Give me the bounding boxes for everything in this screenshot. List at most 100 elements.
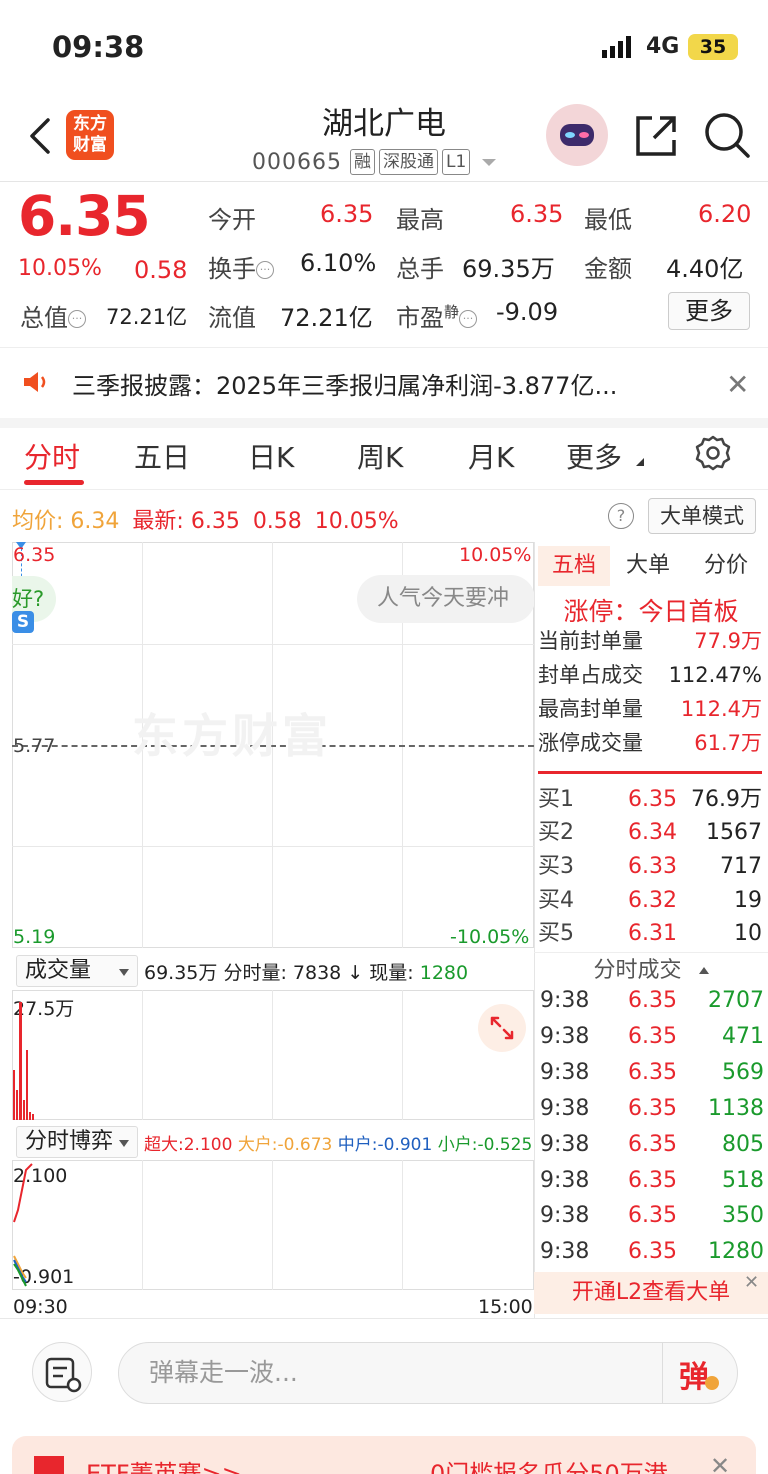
promo-right[interactable]: 0门槛报名瓜分50万港 bbox=[430, 1454, 668, 1474]
event-badge-icon[interactable]: S bbox=[12, 611, 34, 633]
assistant-robot-icon[interactable] bbox=[546, 104, 608, 166]
volume-chart[interactable] bbox=[12, 990, 534, 1120]
tick-price: 6.35 bbox=[628, 1132, 677, 1157]
gear-icon[interactable] bbox=[694, 434, 732, 472]
tick-time: 9:38 bbox=[540, 1096, 590, 1121]
speaker-icon bbox=[24, 372, 46, 392]
tick-price: 6.35 bbox=[628, 1168, 677, 1193]
search-icon[interactable] bbox=[702, 110, 752, 160]
tab-daily-k[interactable]: 日K bbox=[248, 436, 294, 476]
latest-value: 6.35 bbox=[190, 509, 240, 534]
open-l2-banner[interactable]: 开通L2查看大单 bbox=[534, 1272, 768, 1314]
small-value: -0.525 bbox=[477, 1135, 533, 1155]
info-icon[interactable]: ··· bbox=[459, 310, 478, 328]
volume-dropdown[interactable]: 成交量 bbox=[16, 955, 138, 987]
down-arrow-icon: ↓ bbox=[347, 962, 364, 984]
book-price: 6.31 bbox=[628, 921, 677, 946]
order-book-row: 买2 6.34 1567 bbox=[538, 817, 762, 849]
big-label: 大户: bbox=[237, 1135, 278, 1155]
low-value: 6.20 bbox=[698, 200, 752, 228]
divider bbox=[538, 771, 762, 774]
tab-monthly-k[interactable]: 月K bbox=[468, 436, 514, 476]
grid-line bbox=[142, 990, 143, 1120]
help-icon[interactable]: ? bbox=[608, 503, 634, 529]
info-icon[interactable]: ··· bbox=[68, 310, 86, 328]
tick-time: 9:38 bbox=[540, 1024, 590, 1049]
grid-line bbox=[272, 990, 273, 1120]
open-value: 6.35 bbox=[320, 200, 374, 228]
divider bbox=[0, 347, 768, 348]
book-label: 买1 bbox=[538, 787, 574, 812]
turnover-value: 6.10% bbox=[300, 249, 377, 277]
flow-chart[interactable] bbox=[12, 1160, 534, 1290]
grid-line bbox=[272, 1160, 273, 1290]
turnover-label-text: 换手 bbox=[208, 255, 256, 283]
book-volume: 76.9万 bbox=[691, 787, 762, 812]
limit-row: 封单占成交 112.47% bbox=[538, 660, 762, 690]
flow-dropdown[interactable]: 分时博弈 bbox=[16, 1126, 138, 1158]
volume-dropdown-label: 成交量 bbox=[25, 958, 92, 983]
book-price: 6.33 bbox=[628, 854, 677, 879]
mcap-label-text: 总值 bbox=[20, 304, 68, 332]
status-bar: 09:38 4G 35 bbox=[0, 0, 768, 92]
limit-row-value: 61.7万 bbox=[694, 731, 762, 755]
tab-weekly-k[interactable]: 周K bbox=[357, 436, 403, 476]
tick-row: 9:38 6.35 350 bbox=[540, 1199, 764, 1233]
avg-label: 均价: bbox=[12, 509, 64, 534]
grid-line bbox=[12, 644, 534, 645]
limit-row-label: 封单占成交 bbox=[538, 663, 643, 687]
network-type: 4G bbox=[646, 34, 680, 59]
tick-price: 6.35 bbox=[628, 1024, 677, 1049]
stock-subline[interactable]: 000665 融 深股通 L1 bbox=[252, 147, 497, 177]
order-book-row: 买4 6.32 19 bbox=[538, 885, 762, 917]
small-label: 小户: bbox=[437, 1135, 478, 1155]
book-volume: 10 bbox=[734, 921, 762, 946]
axis-top-price: 6.35 bbox=[13, 544, 56, 566]
tick-price: 6.35 bbox=[628, 988, 677, 1013]
limit-row-value: 112.47% bbox=[668, 663, 762, 687]
time-axis-end: 15:00 bbox=[478, 1296, 533, 1318]
bullet-input[interactable]: 弹幕走一波... bbox=[118, 1342, 738, 1404]
now-volume-label: 现量: bbox=[369, 962, 414, 984]
bullet-settings-icon[interactable] bbox=[32, 1342, 92, 1402]
divider bbox=[0, 1318, 768, 1319]
super-value: 2.100 bbox=[183, 1135, 233, 1155]
current-price: 6.35 bbox=[18, 184, 151, 248]
ticks-header[interactable]: 分时成交 bbox=[534, 952, 768, 988]
close-icon[interactable]: ✕ bbox=[710, 1452, 730, 1474]
tab-five-day[interactable]: 五日 bbox=[134, 436, 190, 476]
stock-code: 000665 bbox=[252, 149, 342, 175]
chevron-down-icon[interactable] bbox=[482, 158, 497, 166]
promo-left[interactable]: ETF菁英赛>> bbox=[86, 1454, 242, 1474]
tab-five-levels[interactable]: 五档 bbox=[538, 546, 610, 586]
latest-pct: 10.05% bbox=[314, 509, 399, 534]
expand-icon[interactable] bbox=[478, 1004, 526, 1052]
info-icon[interactable]: ··· bbox=[256, 261, 274, 279]
super-label: 超大: bbox=[144, 1135, 184, 1155]
float-label: 流值 bbox=[208, 304, 256, 332]
tick-volume: 350 bbox=[722, 1203, 764, 1228]
battery-icon: 35 bbox=[688, 34, 738, 60]
book-volume: 1567 bbox=[706, 820, 762, 845]
tick-time: 9:38 bbox=[540, 1060, 590, 1085]
tab-more[interactable]: 更多 bbox=[566, 436, 622, 476]
close-icon[interactable]: ✕ bbox=[726, 368, 749, 401]
big-order-mode-button[interactable]: 大单模式 bbox=[648, 498, 756, 534]
tick-price: 6.35 bbox=[628, 1203, 677, 1228]
tab-intraday[interactable]: 分时 bbox=[24, 436, 80, 476]
volume-bars bbox=[13, 1002, 34, 1120]
tab-price-dist[interactable]: 分价 bbox=[704, 546, 748, 586]
more-button[interactable]: 更多 bbox=[668, 292, 750, 330]
volume-label: 总手 bbox=[396, 255, 444, 283]
book-label: 买2 bbox=[538, 820, 574, 845]
share-icon[interactable] bbox=[632, 112, 680, 160]
axis-bottom-pct: -10.05% bbox=[450, 926, 530, 948]
popularity-bubble[interactable]: 人气今天要冲 bbox=[357, 575, 535, 623]
notice-text[interactable]: 三季报披露：2025年三季报归属净利润-3.877亿... bbox=[72, 366, 692, 401]
tick-volume: 2707 bbox=[708, 988, 764, 1013]
book-price: 6.35 bbox=[628, 787, 677, 812]
send-bullet-button[interactable]: 弹 bbox=[662, 1342, 738, 1404]
close-icon[interactable]: ✕ bbox=[744, 1272, 766, 1294]
tab-big-orders[interactable]: 大单 bbox=[626, 546, 670, 586]
grid-line bbox=[402, 1160, 403, 1290]
